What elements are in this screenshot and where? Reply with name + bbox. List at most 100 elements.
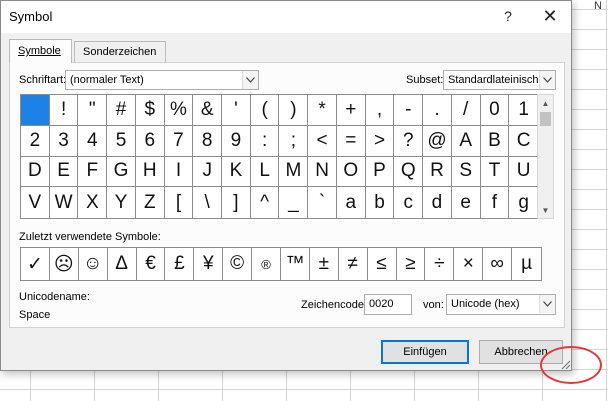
recent-symbol-cell[interactable]: ☹ (50, 248, 79, 280)
recent-symbol-cell[interactable]: ™ (281, 248, 310, 280)
symbol-cell[interactable]: / (451, 95, 481, 126)
symbol-cell[interactable]: % (164, 95, 194, 126)
symbol-cell[interactable]: D (21, 156, 50, 188)
title-bar[interactable]: Symbol ? ✕ (1, 1, 571, 33)
symbol-cell[interactable]: ; (279, 125, 309, 157)
symbol-cell[interactable]: Q (394, 156, 424, 188)
symbol-cell[interactable]: F (78, 156, 108, 188)
symbol-cell[interactable]: 0 (480, 95, 510, 126)
subset-select[interactable]: Standardlateinisch (443, 70, 556, 90)
symbol-cell[interactable]: b (366, 187, 395, 218)
symbol-cell[interactable]: [ (165, 187, 194, 218)
symbol-cell[interactable]: , (365, 95, 395, 126)
insert-button[interactable]: Einfügen (381, 340, 469, 364)
symbol-cell[interactable]: Y (107, 187, 136, 218)
recent-symbol-cell[interactable]: ® (252, 248, 281, 280)
symbol-cell[interactable]: + (336, 95, 366, 126)
symbol-cell[interactable]: C (509, 126, 538, 157)
symbol-cell[interactable]: X (78, 187, 108, 218)
symbol-cell[interactable]: N (308, 156, 337, 188)
symbol-cell[interactable]: 8 (193, 125, 223, 157)
symbol-cell[interactable]: I (164, 156, 194, 188)
symbol-cell[interactable]: A (451, 125, 481, 157)
symbol-cell[interactable]: K (222, 156, 251, 188)
scroll-down-icon[interactable]: ▼ (538, 202, 553, 218)
recent-symbol-cell[interactable]: Δ (108, 248, 137, 280)
symbol-cell[interactable]: ' (222, 95, 251, 126)
symbol-cell[interactable]: V (21, 187, 50, 218)
symbol-cell[interactable]: > (365, 125, 395, 157)
recent-symbol-cell[interactable]: ≤ (368, 248, 397, 280)
symbol-cell[interactable]: J (193, 156, 223, 188)
symbol-cell[interactable]: H (135, 156, 165, 188)
symbol-cell[interactable]: " (78, 95, 108, 126)
symbol-cell[interactable]: g (509, 187, 538, 218)
symbol-cell[interactable]: T (480, 156, 510, 188)
recent-symbol-cell[interactable]: µ (512, 248, 541, 280)
tab-symbole[interactable]: Symbole (9, 39, 72, 63)
symbol-cell[interactable]: & (193, 95, 223, 126)
symbol-cell[interactable]: ) (279, 95, 309, 126)
symbol-cell[interactable]: a (337, 187, 366, 218)
recent-symbol-cell[interactable]: ÷ (425, 248, 455, 280)
symbol-cell[interactable]: = (336, 125, 366, 157)
symbol-cell[interactable]: 1 (509, 95, 538, 126)
symbol-cell[interactable]: . (423, 95, 452, 126)
symbol-cell[interactable]: $ (135, 95, 165, 126)
recent-symbol-cell[interactable]: × (454, 248, 484, 280)
recent-symbol-cell[interactable]: £ (165, 248, 195, 280)
symbol-cell[interactable]: R (423, 156, 452, 188)
recent-symbol-cell[interactable]: © (223, 248, 253, 280)
symbol-cell[interactable]: @ (423, 125, 452, 157)
symbol-cell[interactable]: E (49, 156, 79, 188)
symbol-cell[interactable]: 2 (21, 125, 50, 157)
symbol-cell[interactable]: ( (250, 95, 280, 126)
symbol-cell[interactable]: # (107, 95, 136, 126)
font-select[interactable]: (normaler Text) (65, 70, 259, 90)
from-select[interactable]: Unicode (hex) (446, 294, 556, 315)
close-button[interactable]: ✕ (536, 5, 564, 29)
symbol-cell[interactable]: 7 (164, 125, 194, 157)
symbol-cell[interactable]: Z (136, 187, 165, 218)
symbol-cell[interactable]: M (279, 156, 309, 188)
symbol-cell[interactable]: W (50, 187, 79, 218)
symbol-cell[interactable]: f (481, 187, 510, 218)
recent-symbol-cell[interactable]: ∞ (483, 248, 513, 280)
char-code-input[interactable]: 0020 (364, 294, 412, 315)
symbol-cell[interactable]: ! (49, 95, 79, 126)
symbol-cell[interactable]: e (452, 187, 481, 218)
symbol-cell[interactable]: U (509, 157, 538, 188)
symbol-cell[interactable]: ] (222, 187, 251, 218)
symbol-cell[interactable]: G (107, 156, 136, 188)
recent-symbol-cell[interactable]: ¥ (194, 248, 224, 280)
symbol-cell[interactable]: 6 (135, 125, 165, 157)
symbol-cell[interactable]: O (336, 156, 366, 188)
tab-sonderzeichen[interactable]: Sonderzeichen (74, 41, 166, 63)
symbol-cell[interactable]: : (250, 125, 280, 157)
scroll-up-icon[interactable]: ▲ (538, 95, 553, 111)
symbol-grid-scrollbar[interactable]: ▲ ▼ (537, 94, 554, 219)
symbol-cell[interactable]: c (394, 187, 424, 218)
symbol-cell[interactable]: ? (394, 125, 424, 157)
chevron-down-icon[interactable] (539, 71, 555, 89)
symbol-cell[interactable]: L (250, 156, 280, 188)
symbol-cell[interactable]: _ (279, 187, 309, 218)
symbol-cell[interactable]: B (480, 125, 510, 157)
symbol-cell[interactable]: 9 (222, 125, 251, 157)
symbol-cell[interactable]: < (308, 125, 337, 157)
recent-symbol-cell[interactable]: ✓ (21, 248, 50, 280)
symbol-cell[interactable]: d (423, 187, 452, 218)
symbol-cell[interactable]: ^ (251, 187, 280, 218)
recent-symbol-cell[interactable]: € (137, 248, 166, 280)
recent-symbol-cell[interactable]: ≠ (339, 248, 368, 280)
symbol-cell[interactable]: \ (193, 187, 223, 218)
column-header[interactable]: N (592, 0, 608, 16)
symbol-cell[interactable]: S (451, 156, 481, 188)
symbol-cell[interactable]: * (308, 95, 337, 126)
symbol-cell[interactable]: 4 (78, 125, 108, 157)
recent-symbol-cell[interactable]: ± (310, 248, 339, 280)
chevron-down-icon[interactable] (242, 71, 258, 89)
chevron-down-icon[interactable] (539, 295, 555, 313)
symbol-cell[interactable]: P (365, 156, 395, 188)
recent-symbol-cell[interactable]: ☺ (79, 248, 108, 280)
